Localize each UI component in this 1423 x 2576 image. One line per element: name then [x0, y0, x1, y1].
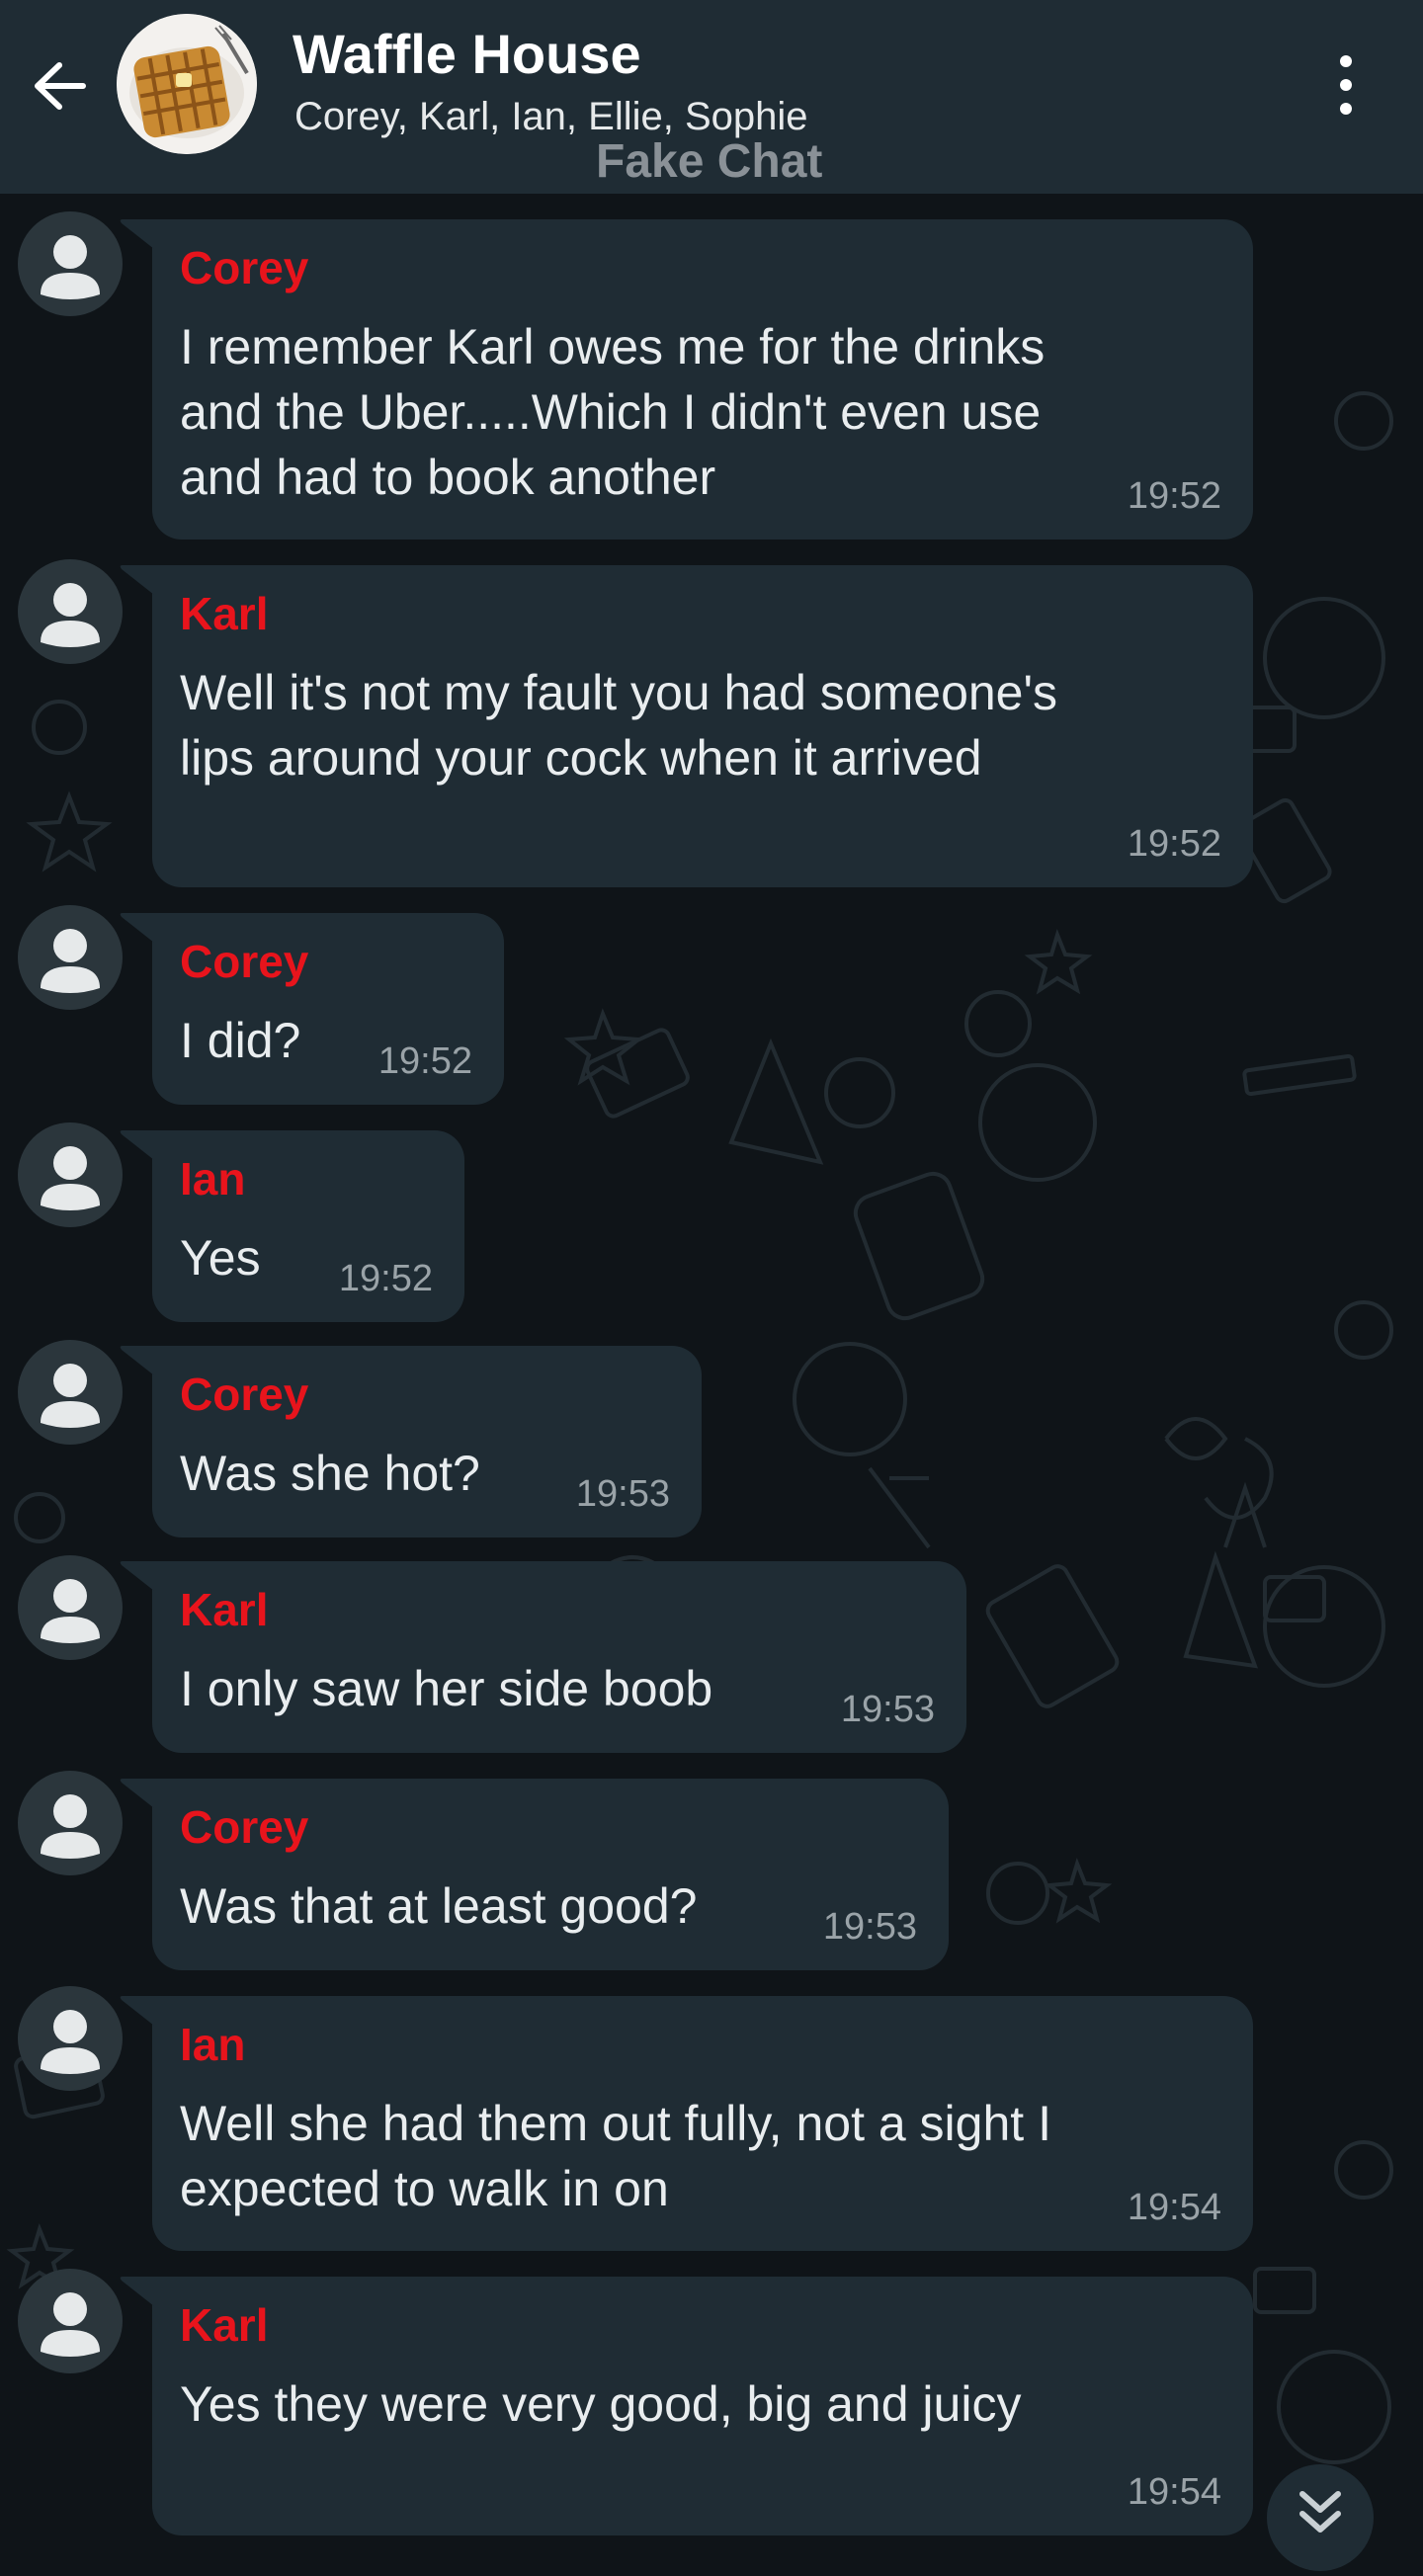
sender-name[interactable]: Karl	[180, 1583, 268, 1636]
message-time: 19:53	[840, 1689, 935, 1730]
message-bubble[interactable]: Karl Yes they were very good, big and jui…	[120, 2277, 1253, 2535]
message-bubble[interactable]: Corey Was that at least good? 19:53	[120, 1779, 949, 1970]
bubble-tail	[120, 1130, 154, 1160]
group-members[interactable]: Corey, Karl, Ian, Ellie, Sophie	[294, 95, 808, 139]
message-bubble[interactable]: Ian Yes 19:52	[120, 1130, 464, 1322]
sender-avatar[interactable]	[18, 1340, 123, 1445]
sender-avatar[interactable]	[18, 2269, 123, 2373]
more-vertical-icon[interactable]	[1328, 49, 1364, 121]
user-icon	[41, 2010, 100, 2074]
user-icon	[41, 1364, 100, 1428]
chat-title[interactable]: Waffle House	[293, 22, 641, 86]
message-time: 19:54	[1127, 2471, 1221, 2513]
message-text: I remember Karl owes me for the drinks a…	[180, 319, 1046, 505]
message-text: Was she hot?	[180, 1446, 480, 1501]
sender-avatar[interactable]	[18, 1771, 123, 1875]
message-bubble[interactable]: Corey I did? 19:52	[120, 913, 504, 1105]
bubble-tail	[120, 565, 154, 595]
sender-avatar[interactable]	[18, 1555, 123, 1660]
sender-avatar[interactable]	[18, 559, 123, 664]
bubble-tail	[120, 219, 154, 249]
message-text: Was that at least good?	[180, 1878, 698, 1934]
sender-name[interactable]: Ian	[180, 2018, 245, 2071]
sender-name[interactable]: Corey	[180, 1368, 308, 1421]
sender-avatar[interactable]	[18, 1122, 123, 1227]
message-bubble[interactable]: Karl Well it's not my fault you had someo…	[120, 565, 1253, 887]
chat-header: Waffle House Corey, Karl, Ian, Ellie, So…	[0, 0, 1423, 194]
sender-name[interactable]: Corey	[180, 1800, 308, 1854]
user-icon	[41, 1146, 100, 1210]
sender-name[interactable]: Karl	[180, 2298, 268, 2352]
user-icon	[41, 2292, 100, 2357]
bubble-tail	[120, 1346, 154, 1375]
message-text: I only saw her side boob	[180, 1661, 713, 1716]
message-time: 19:52	[338, 1258, 433, 1299]
message-text: Well it's not my fault you had someone's…	[180, 665, 1058, 786]
user-icon	[41, 1794, 100, 1859]
message-text: Yes they were very good, big and juicy	[180, 2376, 1022, 2432]
sender-name[interactable]: Ian	[180, 1152, 245, 1205]
bubble-tail	[120, 1996, 154, 2026]
message-bubble[interactable]: Corey I remember Karl owes me for the dri…	[120, 219, 1253, 540]
message-time: 19:52	[1127, 475, 1221, 517]
bubble-tail	[120, 1779, 154, 1808]
watermark: Fake Chat	[596, 135, 823, 188]
message-time: 19:54	[1127, 2187, 1221, 2228]
message-time: 19:52	[1127, 823, 1221, 865]
message-text: Yes	[180, 1230, 261, 1286]
arrow-left-icon[interactable]	[26, 51, 95, 121]
bubble-tail	[120, 1561, 154, 1591]
user-icon	[41, 929, 100, 993]
user-icon	[41, 235, 100, 299]
sender-avatar[interactable]	[18, 1986, 123, 2091]
sender-name[interactable]: Corey	[180, 935, 308, 988]
bubble-tail	[120, 2277, 154, 2306]
message-bubble[interactable]: Ian Well she had them out fully, not a si…	[120, 1996, 1253, 2251]
user-icon	[41, 583, 100, 647]
message-text: I did?	[180, 1013, 301, 1068]
user-icon	[41, 1579, 100, 1643]
scroll-to-bottom-button[interactable]	[1267, 2464, 1374, 2571]
message-time: 19:53	[575, 1473, 670, 1515]
message-text: Well she had them out fully, not a sight…	[180, 2096, 1051, 2216]
double-chevron-down-icon	[1299, 2491, 1341, 2533]
message-bubble[interactable]: Karl I only saw her side boob 19:53	[120, 1561, 966, 1753]
message-bubble[interactable]: Corey Was she hot? 19:53	[120, 1346, 702, 1537]
message-time: 19:53	[822, 1906, 917, 1948]
sender-avatar[interactable]	[18, 211, 123, 316]
sender-avatar[interactable]	[18, 905, 123, 1010]
sender-name[interactable]: Corey	[180, 241, 308, 294]
sender-name[interactable]: Karl	[180, 587, 268, 640]
group-avatar[interactable]	[117, 14, 257, 154]
waffle-image	[117, 14, 257, 154]
message-time: 19:52	[377, 1040, 472, 1082]
bubble-tail	[120, 913, 154, 943]
